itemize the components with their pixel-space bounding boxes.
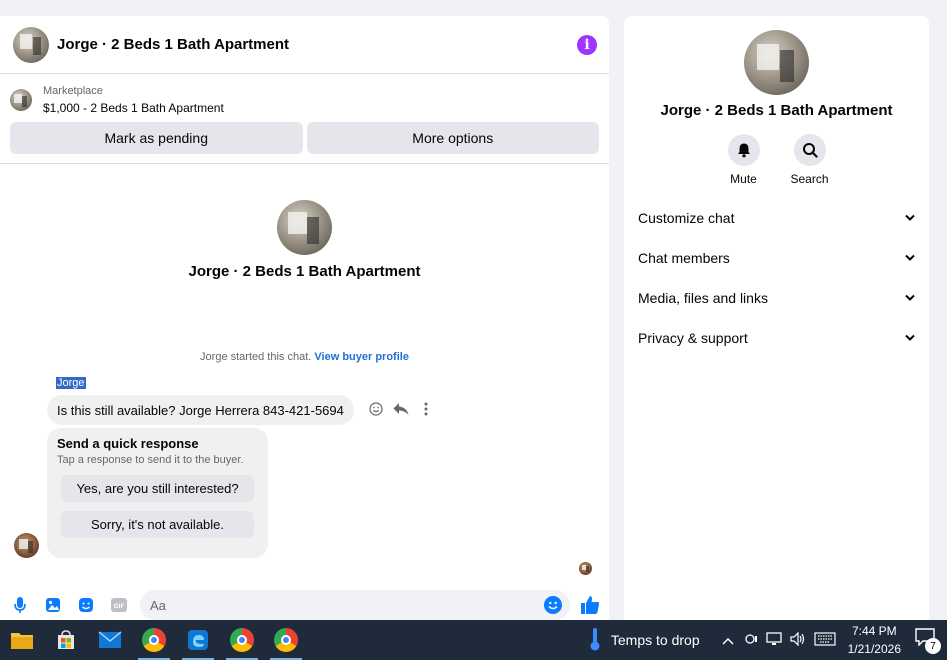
microphone-icon[interactable]	[11, 596, 29, 614]
chat-profile: Jorge · 2 Beds 1 Bath Apartment	[0, 200, 609, 280]
gif-icon[interactable]: GIF	[110, 596, 128, 614]
chevron-down-icon	[905, 333, 915, 344]
listing-summary[interactable]: Marketplace $1,000 - 2 Beds 1 Bath Apart…	[0, 74, 609, 117]
volume-icon[interactable]	[790, 631, 806, 649]
info-icon[interactable]: i	[577, 34, 597, 55]
sticker-icon[interactable]	[77, 596, 95, 614]
quick-response-title: Send a quick response	[57, 436, 199, 451]
quick-response-card: Send a quick response Tap a response to …	[47, 428, 268, 558]
details-avatar[interactable]	[744, 30, 809, 95]
chat-details-panel: Jorge · 2 Beds 1 Bath Apartment Mute Sea…	[624, 16, 929, 620]
chrome-profile-icon[interactable]	[220, 620, 264, 660]
chevron-down-icon	[905, 253, 915, 264]
more-icon[interactable]	[418, 401, 434, 417]
chat-header: Jorge · 2 Beds 1 Bath Apartment i	[0, 16, 609, 74]
menu-item-label: Privacy & support	[638, 330, 748, 346]
chrome-icon[interactable]	[132, 620, 176, 660]
menu-item-privacy-support[interactable]: Privacy & support	[624, 318, 929, 358]
chevron-up-icon[interactable]	[722, 632, 734, 648]
listing-source: Marketplace	[43, 85, 103, 97]
clock-date: 1/21/2026	[847, 642, 901, 656]
quick-response-option[interactable]: Sorry, it's not available.	[61, 511, 254, 538]
mail-icon[interactable]	[88, 620, 132, 660]
menu-item-customize-chat[interactable]: Customize chat	[624, 198, 929, 238]
details-actions: Mute Search	[624, 134, 929, 186]
profile-avatar[interactable]	[277, 200, 332, 255]
mute-button[interactable]: Mute	[726, 134, 762, 186]
weather-text: Temps to drop	[610, 632, 700, 648]
mark-as-pending-button[interactable]: Mark as pending	[10, 122, 303, 154]
like-icon[interactable]	[579, 594, 601, 616]
menu-item-label: Customize chat	[638, 210, 735, 226]
more-options-button[interactable]: More options	[306, 122, 599, 154]
listing-actions: Mark as pending More options	[0, 117, 609, 154]
chrome-profile-icon[interactable]	[264, 620, 308, 660]
menu-item-chat-members[interactable]: Chat members	[624, 238, 929, 278]
listing-thumbnail	[10, 89, 32, 111]
clock-time: 7:44 PM	[851, 624, 897, 638]
chat-started-notice: Jorge started this chat. View buyer prof…	[0, 351, 609, 363]
profile-name: Jorge · 2 Beds 1 Bath Apartment	[188, 263, 421, 280]
search-icon	[793, 134, 826, 166]
listing-price-title: $1,000 - 2 Beds 1 Bath Apartment	[43, 101, 224, 115]
search-label: Search	[790, 172, 829, 186]
camera-icon[interactable]	[744, 632, 758, 649]
message-actions	[368, 401, 434, 417]
menu-item-media-files-links[interactable]: Media, files and links	[624, 278, 929, 318]
keyboard-icon[interactable]	[814, 631, 836, 649]
message-composer: GIF Aa	[0, 590, 609, 620]
seen-receipt-avatar	[579, 562, 592, 575]
menu-item-label: Media, files and links	[638, 290, 768, 306]
listing-text: Marketplace $1,000 - 2 Beds 1 Bath Apart…	[43, 83, 224, 117]
sender-name: Jorge	[56, 377, 86, 389]
edge-icon[interactable]	[176, 620, 220, 660]
network-icon[interactable]	[765, 631, 782, 649]
message-bubble[interactable]: Is this still available? Jorge Herrera 8…	[47, 395, 354, 425]
chat-panel: Jorge · 2 Beds 1 Bath Apartment i Market…	[0, 16, 609, 620]
avatar[interactable]	[13, 26, 49, 63]
weather-widget[interactable]: Temps to drop	[589, 627, 700, 654]
mute-label: Mute	[730, 172, 757, 186]
quick-response-option[interactable]: Yes, are you still interested?	[61, 475, 254, 502]
menu-item-label: Chat members	[638, 250, 730, 266]
divider	[0, 163, 609, 164]
sender-avatar[interactable]	[14, 533, 39, 558]
chevron-down-icon	[905, 213, 915, 224]
quick-response-subtitle: Tap a response to send it to the buyer.	[57, 454, 244, 466]
message-input[interactable]: Aa	[140, 590, 570, 620]
reply-icon[interactable]	[393, 401, 409, 417]
chevron-down-icon	[905, 293, 915, 304]
system-tray: Temps to drop 7:44 PM 1/21/2026 7	[589, 620, 947, 660]
react-icon[interactable]	[368, 401, 384, 417]
bell-icon	[727, 134, 760, 166]
details-menu: Customize chat Chat members Media, files…	[624, 198, 929, 358]
started-text: Jorge started this chat.	[200, 351, 312, 363]
clock[interactable]: 7:44 PM 1/21/2026	[848, 622, 901, 658]
emoji-icon[interactable]	[544, 596, 562, 614]
store-icon[interactable]	[44, 620, 88, 660]
thermometer-icon	[589, 627, 601, 654]
details-name: Jorge · 2 Beds 1 Bath Apartment	[660, 102, 893, 119]
taskbar: Temps to drop 7:44 PM 1/21/2026 7	[0, 620, 947, 660]
file-explorer-icon[interactable]	[0, 620, 44, 660]
gif-label: GIF	[114, 603, 125, 610]
chat-title[interactable]: Jorge · 2 Beds 1 Bath Apartment	[57, 36, 577, 53]
notification-center-icon[interactable]: 7	[915, 628, 941, 654]
notification-count-badge: 7	[925, 638, 941, 654]
view-buyer-profile-link[interactable]: View buyer profile	[314, 351, 409, 363]
search-button[interactable]: Search	[790, 134, 829, 186]
photo-icon[interactable]	[44, 596, 62, 614]
